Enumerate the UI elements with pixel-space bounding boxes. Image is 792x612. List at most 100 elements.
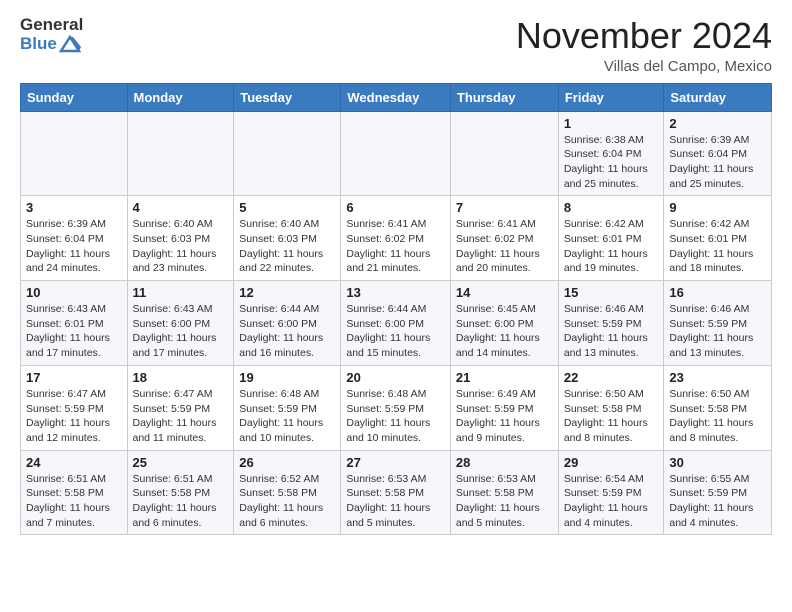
week-row-1: 1Sunrise: 6:38 AMSunset: 6:04 PMDaylight… — [21, 111, 772, 196]
day-cell: 24 Sunrise: 6:51 AMSunset: 5:58 PMDayligh… — [21, 450, 128, 535]
page-header: General Blue November 2024 Villas del Ca… — [20, 16, 772, 75]
day-cell: 3 Sunrise: 6:39 AMSunset: 6:04 PMDaylight… — [21, 196, 128, 281]
day-cell: 19Sunrise: 6:48 AMSunset: 5:59 PMDayligh… — [234, 365, 341, 450]
day-cell: 15 Sunrise: 6:46 AMSunset: 5:59 PMDayligh… — [558, 281, 664, 366]
day-cell: 10 Sunrise: 6:43 AMSunset: 6:01 PMDayligh… — [21, 281, 128, 366]
day-number: 20 — [346, 370, 445, 385]
logo: General Blue — [20, 16, 83, 53]
day-number: 8 — [564, 200, 659, 215]
calendar-subtitle: Villas del Campo, Mexico — [516, 58, 772, 75]
day-cell: 27 Sunrise: 6:53 AMSunset: 5:58 PMDayligh… — [341, 450, 451, 535]
day-cell: 9 Sunrise: 6:42 AMSunset: 6:01 PMDaylight… — [664, 196, 772, 281]
weekday-header-sunday: Sunday — [21, 83, 128, 111]
day-number: 5 — [239, 200, 335, 215]
day-cell: 2Sunrise: 6:39 AMSunset: 6:04 PMDaylight… — [664, 111, 772, 196]
day-info: Sunrise: 6:51 AMSunset: 5:58 PMDaylight:… — [26, 472, 122, 531]
day-cell — [234, 111, 341, 196]
day-cell: 28 Sunrise: 6:53 AMSunset: 5:58 PMDayligh… — [450, 450, 558, 535]
day-info: Sunrise: 6:53 AMSunset: 5:58 PMDaylight:… — [456, 472, 553, 531]
logo-triangle-icon — [59, 35, 81, 53]
day-cell: 17 Sunrise: 6:47 AMSunset: 5:59 PMDayligh… — [21, 365, 128, 450]
logo-blue: Blue — [20, 35, 57, 54]
day-cell — [341, 111, 451, 196]
week-row-4: 17 Sunrise: 6:47 AMSunset: 5:59 PMDayligh… — [21, 365, 772, 450]
day-cell — [450, 111, 558, 196]
day-number: 21 — [456, 370, 553, 385]
day-info: Sunrise: 6:40 AMSunset: 6:03 PMDaylight:… — [133, 217, 229, 276]
day-cell: 6 Sunrise: 6:41 AMSunset: 6:02 PMDaylight… — [341, 196, 451, 281]
day-number: 14 — [456, 285, 553, 300]
day-info: Sunrise: 6:40 AMSunset: 6:03 PMDaylight:… — [239, 217, 335, 276]
day-cell: 8 Sunrise: 6:42 AMSunset: 6:01 PMDaylight… — [558, 196, 664, 281]
day-info: Sunrise: 6:55 AMSunset: 5:59 PMDaylight:… — [669, 472, 766, 531]
day-info: Sunrise: 6:50 AMSunset: 5:58 PMDaylight:… — [564, 387, 659, 446]
day-info: Sunrise: 6:42 AMSunset: 6:01 PMDaylight:… — [564, 217, 659, 276]
weekday-header-saturday: Saturday — [664, 83, 772, 111]
day-cell — [21, 111, 128, 196]
day-info: Sunrise: 6:50 AMSunset: 5:58 PMDaylight:… — [669, 387, 766, 446]
day-number: 27 — [346, 455, 445, 470]
week-row-2: 3 Sunrise: 6:39 AMSunset: 6:04 PMDaylight… — [21, 196, 772, 281]
day-cell: 29 Sunrise: 6:54 AMSunset: 5:59 PMDayligh… — [558, 450, 664, 535]
week-row-5: 24 Sunrise: 6:51 AMSunset: 5:58 PMDayligh… — [21, 450, 772, 535]
weekday-header-wednesday: Wednesday — [341, 83, 451, 111]
weekday-header-row: SundayMondayTuesdayWednesdayThursdayFrid… — [21, 83, 772, 111]
day-info: Sunrise: 6:42 AMSunset: 6:01 PMDaylight:… — [669, 217, 766, 276]
day-info: Sunrise: 6:41 AMSunset: 6:02 PMDaylight:… — [346, 217, 445, 276]
day-info: Sunrise: 6:48 AMSunset: 5:59 PMDaylight:… — [239, 387, 335, 446]
day-number: 10 — [26, 285, 122, 300]
title-block: November 2024 Villas del Campo, Mexico — [516, 16, 772, 75]
day-info: Sunrise: 6:46 AMSunset: 5:59 PMDaylight:… — [564, 302, 659, 361]
day-number: 3 — [26, 200, 122, 215]
day-number: 29 — [564, 455, 659, 470]
day-info: Sunrise: 6:47 AMSunset: 5:59 PMDaylight:… — [26, 387, 122, 446]
day-cell: 16Sunrise: 6:46 AMSunset: 5:59 PMDayligh… — [664, 281, 772, 366]
day-number: 24 — [26, 455, 122, 470]
logo-general: General — [20, 16, 83, 35]
weekday-header-tuesday: Tuesday — [234, 83, 341, 111]
day-number: 9 — [669, 200, 766, 215]
calendar-table: SundayMondayTuesdayWednesdayThursdayFrid… — [20, 83, 772, 536]
day-number: 22 — [564, 370, 659, 385]
day-cell: 14 Sunrise: 6:45 AMSunset: 6:00 PMDayligh… — [450, 281, 558, 366]
day-cell: 21 Sunrise: 6:49 AMSunset: 5:59 PMDayligh… — [450, 365, 558, 450]
day-info: Sunrise: 6:54 AMSunset: 5:59 PMDaylight:… — [564, 472, 659, 531]
day-info: Sunrise: 6:51 AMSunset: 5:58 PMDaylight:… — [133, 472, 229, 531]
day-info: Sunrise: 6:44 AMSunset: 6:00 PMDaylight:… — [346, 302, 445, 361]
day-info: Sunrise: 6:39 AMSunset: 6:04 PMDaylight:… — [669, 133, 766, 192]
weekday-header-monday: Monday — [127, 83, 234, 111]
day-number: 25 — [133, 455, 229, 470]
day-info: Sunrise: 6:46 AMSunset: 5:59 PMDaylight:… — [669, 302, 766, 361]
day-info: Sunrise: 6:53 AMSunset: 5:58 PMDaylight:… — [346, 472, 445, 531]
weekday-header-thursday: Thursday — [450, 83, 558, 111]
day-info: Sunrise: 6:47 AMSunset: 5:59 PMDaylight:… — [133, 387, 229, 446]
day-number: 11 — [133, 285, 229, 300]
weekday-header-friday: Friday — [558, 83, 664, 111]
day-info: Sunrise: 6:49 AMSunset: 5:59 PMDaylight:… — [456, 387, 553, 446]
day-info: Sunrise: 6:41 AMSunset: 6:02 PMDaylight:… — [456, 217, 553, 276]
day-info: Sunrise: 6:48 AMSunset: 5:59 PMDaylight:… — [346, 387, 445, 446]
day-info: Sunrise: 6:43 AMSunset: 6:00 PMDaylight:… — [133, 302, 229, 361]
day-cell: 26Sunrise: 6:52 AMSunset: 5:58 PMDayligh… — [234, 450, 341, 535]
day-info: Sunrise: 6:44 AMSunset: 6:00 PMDaylight:… — [239, 302, 335, 361]
day-cell: 12Sunrise: 6:44 AMSunset: 6:00 PMDayligh… — [234, 281, 341, 366]
day-cell: 23 Sunrise: 6:50 AMSunset: 5:58 PMDayligh… — [664, 365, 772, 450]
day-number: 17 — [26, 370, 122, 385]
day-number: 6 — [346, 200, 445, 215]
day-info: Sunrise: 6:43 AMSunset: 6:01 PMDaylight:… — [26, 302, 122, 361]
week-row-3: 10 Sunrise: 6:43 AMSunset: 6:01 PMDayligh… — [21, 281, 772, 366]
day-cell: 5 Sunrise: 6:40 AMSunset: 6:03 PMDaylight… — [234, 196, 341, 281]
day-info: Sunrise: 6:39 AMSunset: 6:04 PMDaylight:… — [26, 217, 122, 276]
calendar-title: November 2024 — [516, 16, 772, 56]
day-number: 28 — [456, 455, 553, 470]
day-number: 26 — [239, 455, 335, 470]
day-cell: 30Sunrise: 6:55 AMSunset: 5:59 PMDayligh… — [664, 450, 772, 535]
day-cell — [127, 111, 234, 196]
day-cell: 13Sunrise: 6:44 AMSunset: 6:00 PMDayligh… — [341, 281, 451, 366]
day-cell: 4Sunrise: 6:40 AMSunset: 6:03 PMDaylight… — [127, 196, 234, 281]
day-cell: 1Sunrise: 6:38 AMSunset: 6:04 PMDaylight… — [558, 111, 664, 196]
day-number: 15 — [564, 285, 659, 300]
day-info: Sunrise: 6:45 AMSunset: 6:00 PMDaylight:… — [456, 302, 553, 361]
day-cell: 11 Sunrise: 6:43 AMSunset: 6:00 PMDayligh… — [127, 281, 234, 366]
day-number: 23 — [669, 370, 766, 385]
